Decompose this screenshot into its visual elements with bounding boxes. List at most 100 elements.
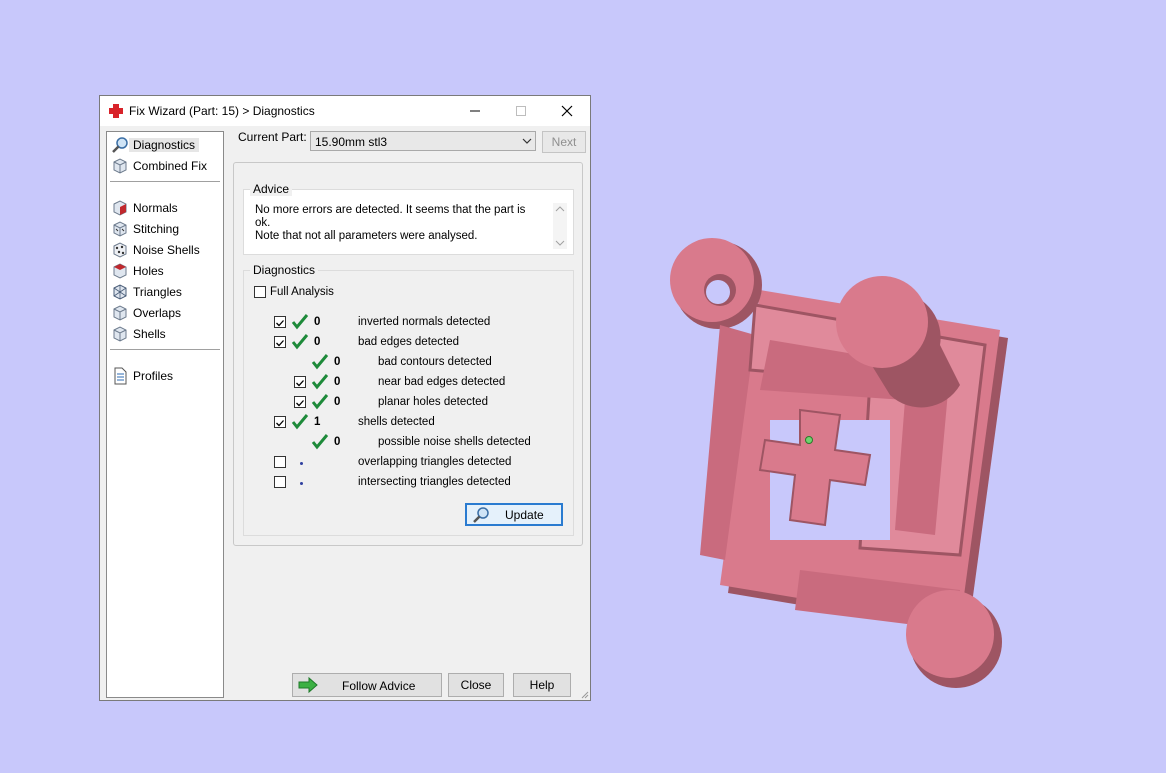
intersecting-triangles-checkbox[interactable] [274,476,286,488]
near-bad-edges-count: 0 [334,376,341,388]
overlaps-cube-icon [113,305,127,321]
full-analysis-checkbox[interactable] [254,286,266,298]
sidebar: Diagnostics Combined Fix Normals Stitchi… [106,131,224,698]
inverted-normals-checkbox[interactable] [274,316,286,328]
chevron-down-icon [522,138,532,144]
inverted-normals-label: inverted normals detected [358,316,491,328]
sidebar-item-combined-fix[interactable]: Combined Fix [110,156,221,176]
sidebar-item-label: Noise Shells [133,243,200,257]
shells-label: shells detected [358,416,435,428]
diagnostics-group: Diagnostics Full Analysis 0 inverted nor… [243,263,574,536]
intersecting-triangles-label: intersecting triangles detected [358,476,511,488]
sidebar-item-diagnostics[interactable]: Diagnostics [110,135,221,155]
shells-cube-icon [113,326,127,342]
checkmark-icon [276,420,284,427]
noise-shells-label: possible noise shells detected [378,436,531,448]
green-check-icon [291,414,309,430]
bad-edges-count: 0 [314,336,321,348]
sidebar-item-label: Overlaps [133,306,182,320]
overlapping-triangles-checkbox[interactable] [274,456,286,468]
maximize-icon[interactable] [498,96,544,126]
update-button[interactable]: Update [465,503,563,526]
sidebar-item-label: Stitching [133,222,180,236]
sidebar-item-holes[interactable]: Holes [110,261,221,281]
magnifier-icon [473,507,489,523]
help-button[interactable]: Help [513,673,571,697]
triangles-cube-icon [113,284,127,300]
current-part-select[interactable]: 15.90mm stl3 [310,131,536,151]
document-icon [114,367,127,385]
advice-line-1: No more errors are detected. It seems th… [255,204,526,229]
green-check-icon [291,314,309,330]
near-bad-edges-label: near bad edges detected [378,376,506,388]
keychain-model [670,238,1008,688]
pending-dot-icon [300,462,303,465]
sidebar-item-profiles[interactable]: Profiles [110,366,221,386]
current-part-value: 15.90mm stl3 [315,135,388,149]
checkmark-icon [276,340,284,347]
bad-edges-label: bad edges detected [358,336,460,348]
sidebar-item-noise-shells[interactable]: Noise Shells [110,240,221,260]
noise-shells-icon [113,242,127,258]
next-button[interactable]: Next [542,131,586,153]
pending-dot-icon [300,482,303,485]
follow-advice-button[interactable]: Follow Advice [292,673,442,697]
green-arrow-icon [298,676,318,694]
window-title: Fix Wizard (Part: 15) > Diagnostics [129,104,315,118]
sidebar-item-label: Shells [133,327,166,341]
sidebar-item-stitching[interactable]: Stitching [110,219,221,239]
sidebar-item-shells[interactable]: Shells [110,324,221,344]
planar-holes-checkbox[interactable] [294,396,306,408]
green-check-icon [311,434,329,450]
diagnostics-panel: Advice No more errors are detected. It s… [233,162,583,546]
advice-line-2: Note that not all parameters were analys… [255,230,478,242]
current-part-label: Current Part: [238,130,307,144]
cube-icon [113,158,127,174]
minimize-icon[interactable] [452,96,498,126]
close-button[interactable]: Close [448,673,504,697]
green-check-icon [311,374,329,390]
advice-scrollbar[interactable] [553,203,567,249]
checkmark-icon [296,400,304,407]
magnifier-icon [112,137,128,153]
sidebar-item-triangles[interactable]: Triangles [110,282,221,302]
overlapping-triangles-label: overlapping triangles detected [358,456,512,468]
3d-model-viewport[interactable] [660,230,1030,700]
sidebar-item-label: Profiles [133,369,174,383]
sidebar-item-overlaps[interactable]: Overlaps [110,303,221,323]
checkmark-icon [296,380,304,387]
fix-wizard-window: Fix Wizard (Part: 15) > Diagnostics Diag… [99,95,591,701]
sidebar-divider [110,181,220,182]
title-bar[interactable]: Fix Wizard (Part: 15) > Diagnostics [100,96,590,126]
full-analysis-label: Full Analysis [270,286,334,298]
resize-grip-icon[interactable] [579,689,589,699]
green-check-icon [291,334,309,350]
green-check-icon [311,394,329,410]
holes-cube-icon [113,263,127,279]
sidebar-divider [110,349,220,350]
shells-checkbox[interactable] [274,416,286,428]
noise-shells-count: 0 [334,436,341,448]
advice-group-title: Advice [250,182,293,196]
bad-edges-checkbox[interactable] [274,336,286,348]
bad-contours-label: bad contours detected [378,356,492,368]
update-button-label: Update [505,508,544,522]
sidebar-item-label: Holes [133,264,164,278]
inverted-normals-count: 0 [314,316,321,328]
bad-contours-count: 0 [334,356,341,368]
normals-cube-icon [113,200,127,216]
close-icon[interactable] [544,96,590,126]
sidebar-item-label: Triangles [133,285,182,299]
shells-count: 1 [314,416,321,428]
near-bad-edges-checkbox[interactable] [294,376,306,388]
red-cross-icon [109,104,123,118]
sidebar-item-label: Diagnostics [129,138,200,152]
checkmark-icon [276,320,284,327]
sidebar-item-label: Normals [133,201,178,215]
diagnostics-group-title: Diagnostics [250,263,319,277]
sidebar-item-normals[interactable]: Normals [110,198,221,218]
advice-text: No more errors are detected. It seems th… [255,204,535,243]
planar-holes-label: planar holes detected [378,396,488,408]
stitching-cube-icon [113,221,127,237]
follow-advice-label: Follow Advice [342,679,416,693]
